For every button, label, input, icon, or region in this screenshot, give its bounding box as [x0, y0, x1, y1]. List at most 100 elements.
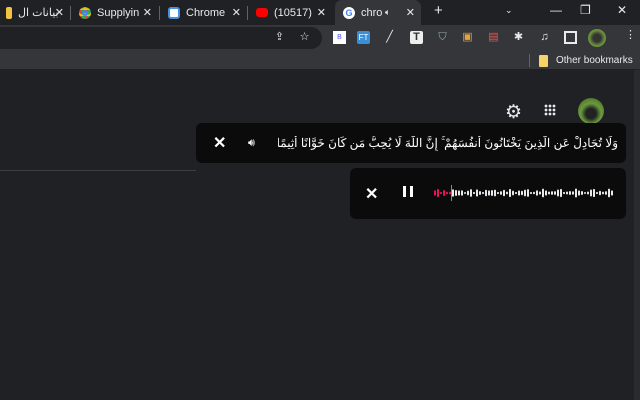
waveform-bar — [569, 190, 571, 196]
waveform-bar — [602, 191, 604, 195]
bookmarks-bar: Other bookmarks — [0, 51, 640, 70]
minimize-button[interactable]: — — [550, 3, 562, 17]
waveform-bar — [584, 191, 586, 195]
close-caption-button[interactable]: ✕ — [213, 133, 226, 153]
close-tab-icon[interactable]: ✕ — [406, 6, 415, 19]
youtube-icon — [256, 8, 268, 17]
speaker-icon[interactable]: 🔊︎ — [248, 137, 255, 150]
waveform-bar — [494, 189, 496, 197]
scrollbar[interactable] — [634, 70, 640, 400]
waveform-bar — [470, 189, 472, 197]
waveform-bar — [563, 191, 565, 195]
waveform-bar — [458, 190, 460, 196]
close-tab-icon[interactable]: ✕ — [55, 6, 64, 19]
tab-title: chro — [361, 6, 383, 19]
waveform-bar — [533, 191, 535, 195]
restore-button[interactable]: ❐ — [580, 3, 591, 17]
waveform-bar — [455, 190, 457, 196]
live-caption-panel: ✕ 🔊︎ وَلَا تُجَادِلْ عَنِ الَّذِينَ يَخْ… — [196, 123, 626, 163]
waveform-bar — [446, 191, 448, 195]
waveform-bar — [476, 189, 478, 197]
settings-gear-icon[interactable]: ⚙ — [505, 101, 522, 124]
waveform-bar — [599, 190, 601, 196]
tab-title: (10517) — [274, 6, 312, 19]
waveform-bar — [605, 191, 607, 195]
waveform-bar — [491, 189, 493, 197]
waveform-bar — [590, 189, 592, 197]
waveform-bar — [488, 190, 490, 196]
extension-card-icon[interactable]: ▤ — [487, 31, 500, 44]
close-tab-icon[interactable]: ✕ — [232, 6, 241, 19]
caption-text: وَلَا تُجَادِلْ عَنِ الَّذِينَ يَخْتَانُ… — [278, 135, 618, 150]
chrome-icon — [79, 6, 91, 19]
waveform-bar — [509, 188, 511, 198]
media-control-icon[interactable]: ♫ — [538, 31, 551, 44]
pen-extension-icon[interactable]: ╱ — [383, 31, 396, 44]
tab-title: بيانات ال — [18, 7, 59, 19]
waveform-bar — [545, 190, 547, 196]
waveform-bar — [485, 189, 487, 197]
waveform-bar — [611, 190, 613, 196]
account-avatar[interactable] — [578, 98, 604, 124]
chrome-extension-icon — [168, 6, 180, 19]
google-icon: G — [343, 6, 355, 19]
waveform-bar — [593, 188, 595, 198]
share-icon[interactable]: ⇪ — [273, 31, 286, 44]
apps-grid-icon[interactable] — [544, 104, 556, 116]
waveform-bar — [527, 189, 529, 197]
tab-4[interactable]: (10517) ✕ — [250, 0, 332, 25]
tab-title: Supplyin — [97, 6, 140, 19]
waveform-bar — [557, 189, 559, 197]
waveform-bar — [464, 191, 466, 195]
divider — [70, 6, 71, 20]
waveform-bar — [581, 191, 583, 195]
tab-3[interactable]: Chrome ✕ — [162, 0, 247, 25]
waveform-bar — [467, 190, 469, 196]
close-media-button[interactable]: ✕ — [365, 184, 378, 204]
page-content — [0, 70, 640, 400]
waveform-bar — [506, 191, 508, 195]
shield-icon[interactable]: ⛉ — [436, 31, 449, 44]
close-window-button[interactable]: ✕ — [617, 3, 627, 17]
tab-5-active[interactable]: Gchro 🔈︎ ✕ — [335, 0, 421, 25]
waveform-bar — [515, 191, 517, 195]
divider — [529, 54, 530, 67]
close-tab-icon[interactable]: ✕ — [143, 6, 152, 19]
waveform-bar — [578, 190, 580, 196]
other-bookmarks[interactable]: Other bookmarks — [556, 55, 633, 66]
waveform-bar — [608, 188, 610, 198]
waveform-bar — [503, 189, 505, 197]
tab-1[interactable]: بيانات ال ✕ — [0, 0, 70, 25]
waveform-bar — [440, 191, 442, 195]
waveform-bar — [566, 191, 568, 195]
extension-t-icon[interactable]: T — [410, 31, 423, 44]
extensions-puzzle-icon[interactable]: ✱ — [512, 31, 525, 44]
side-panel-icon[interactable] — [564, 31, 577, 44]
audio-playing-icon[interactable]: 🔈︎ — [385, 7, 390, 18]
waveform-bar — [497, 191, 499, 195]
waveform-bar — [518, 190, 520, 196]
folder-icon — [539, 55, 548, 67]
extension-edit-icon[interactable]: ▣ — [461, 31, 474, 44]
profile-avatar[interactable] — [588, 29, 606, 47]
extension-ft-icon[interactable]: FT — [357, 31, 370, 44]
divider — [0, 170, 196, 171]
menu-icon[interactable]: ⋮ — [624, 29, 637, 42]
pause-icon[interactable] — [403, 186, 413, 197]
extension-b-icon[interactable]: B — [333, 31, 346, 44]
address-bar[interactable]: ⇪ ☆ — [0, 27, 322, 49]
bookmark-star-icon[interactable]: ☆ — [298, 31, 311, 44]
audio-waveform-scrubber[interactable] — [433, 185, 613, 201]
waveform-bar — [548, 191, 550, 195]
waveform-bar — [539, 191, 541, 195]
tab-title: Chrome — [186, 6, 226, 19]
close-tab-icon[interactable]: ✕ — [317, 6, 326, 19]
tab-2[interactable]: Supplyin ✕ — [73, 0, 158, 25]
tab-search-icon[interactable]: ⌄ — [505, 5, 513, 16]
playhead — [451, 185, 452, 201]
waveform-bar — [521, 190, 523, 196]
toolbar: ⇪ ☆ B FT ╱ T ⛉ ▣ ▤ ✱ ♫ ⋮ — [0, 25, 640, 51]
new-tab-button[interactable]: + — [434, 2, 443, 19]
waveform-bar — [572, 191, 574, 195]
waveform-bar — [554, 191, 556, 195]
